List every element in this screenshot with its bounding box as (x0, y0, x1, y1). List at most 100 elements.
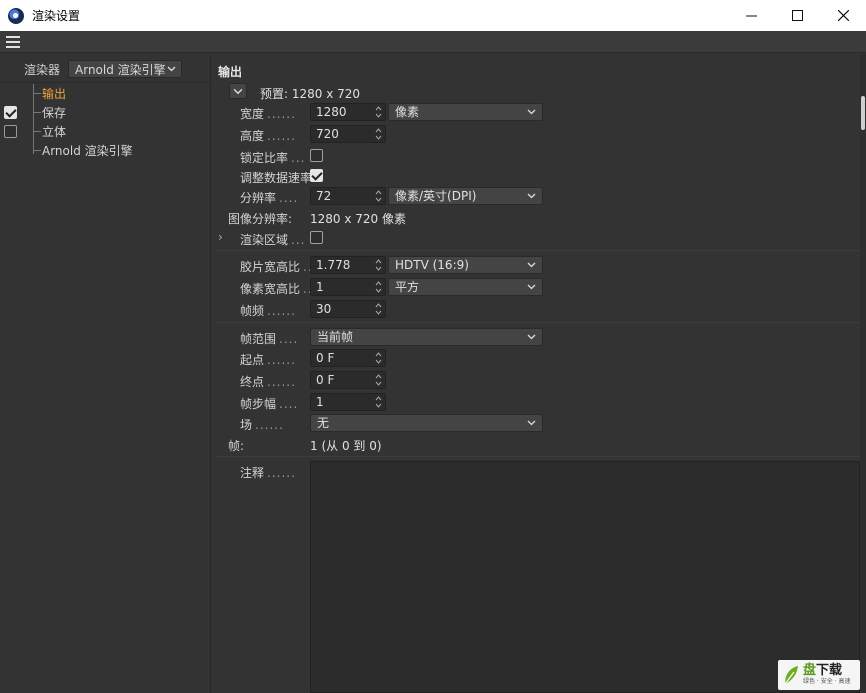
pixel-aspect-dropdown[interactable]: 平方 (388, 278, 543, 296)
tree-item-arnold[interactable]: Arnold 渲染引擎 (0, 141, 211, 160)
resolution-unit-dropdown[interactable]: 像素/英寸(DPI) (388, 187, 543, 205)
chevron-down-icon (167, 66, 176, 72)
resolution-label: 分辨率.... (240, 191, 299, 205)
field-dropdown[interactable]: 无 (310, 414, 543, 432)
start-label: 起点...... (240, 353, 296, 367)
width-label: 宽度...... (240, 107, 296, 121)
chevron-down-icon (527, 334, 536, 340)
minimize-button[interactable] (728, 0, 774, 31)
close-icon (837, 10, 849, 21)
close-button[interactable] (820, 0, 866, 31)
stereo-enable-checkbox[interactable] (4, 125, 17, 138)
pixel-aspect-field[interactable]: 1 (310, 278, 386, 296)
frame-step-label: 帧步幅.... (240, 397, 299, 411)
render-region-label: 渲染区域... (240, 233, 306, 247)
spinner-icon[interactable] (375, 258, 382, 272)
notes-textarea[interactable] (310, 461, 860, 693)
fps-row: 帧频...... 30 (212, 299, 860, 319)
frames-row: 帧: 1 (从 0 到 0) (212, 434, 860, 454)
divider (216, 456, 860, 457)
resolution-row: 分辨率.... 72 像素/英寸(DPI) (212, 186, 860, 206)
height-label: 高度...... (240, 129, 296, 143)
frames-value: 1 (从 0 到 0) (310, 439, 382, 453)
output-settings-panel: 输出 预置: 1280 x 720 宽度...... 1280 像素 高度...… (212, 54, 860, 693)
film-aspect-label: 胶片宽高比... (240, 260, 316, 274)
spinner-icon[interactable] (375, 280, 382, 294)
height-field[interactable]: 720 (310, 125, 386, 143)
vertical-scrollbar[interactable] (860, 54, 866, 693)
tree-item-stereo[interactable]: 立体 (0, 122, 211, 141)
watermark-text-b: 下载 (816, 663, 843, 678)
tree-item-save[interactable]: 保存 (0, 103, 211, 122)
spinner-icon[interactable] (375, 302, 382, 316)
renderer-label: 渲染器 (24, 62, 61, 77)
save-enable-checkbox[interactable] (4, 106, 17, 119)
hamburger-menu-icon[interactable] (6, 36, 20, 48)
window-title: 渲染设置 (32, 9, 81, 23)
film-aspect-field[interactable]: 1.778 (310, 256, 386, 274)
expand-arrow-icon[interactable]: › (218, 230, 223, 244)
resolution-field[interactable]: 72 (310, 187, 386, 205)
frame-step-row: 帧步幅.... 1 (212, 392, 860, 412)
chevron-down-icon (527, 262, 536, 268)
maximize-button[interactable] (774, 0, 820, 31)
spinner-icon[interactable] (375, 189, 382, 203)
divider (216, 250, 860, 251)
width-field[interactable]: 1280 (310, 103, 386, 121)
frame-range-label: 帧范围.... (240, 332, 299, 346)
preset-dropdown-button[interactable] (229, 83, 247, 99)
pixel-aspect-row: 像素宽高比... 1 平方 (212, 277, 860, 297)
leaf-icon (784, 666, 798, 685)
fps-field[interactable]: 30 (310, 300, 386, 318)
renderer-row: 渲染器 Arnold 渲染引擎 (0, 58, 211, 80)
renderer-value: Arnold 渲染引擎 (75, 62, 166, 77)
watermark-logo: 盘下载 绿色 · 安全 · 高速 (778, 660, 860, 690)
watermark-text-a: 盘 (803, 663, 817, 678)
watermark-subtext: 绿色 · 安全 · 高速 (803, 678, 851, 685)
frame-range-dropdown[interactable]: 当前帧 (310, 328, 543, 346)
adjust-rate-row: 调整数据速率 (212, 166, 860, 186)
minimize-icon (745, 15, 757, 17)
window-controls (728, 0, 866, 31)
size-unit-dropdown[interactable]: 像素 (388, 103, 543, 121)
image-resolution-label: 图像分辨率: (228, 212, 293, 226)
maximize-icon (791, 10, 803, 21)
preset-label: 预置: 1280 x 720 (260, 87, 361, 101)
tree-item-label: 输出 (42, 87, 67, 101)
divider (216, 322, 860, 323)
divider (0, 82, 211, 83)
image-resolution-row: 图像分辨率: 1280 x 720 像素 (212, 207, 860, 227)
adjust-rate-checkbox[interactable] (310, 169, 323, 182)
image-resolution-value: 1280 x 720 像素 (310, 212, 406, 226)
start-field[interactable]: 0 F (310, 349, 386, 367)
end-field[interactable]: 0 F (310, 371, 386, 389)
tree-item-output[interactable]: 输出 (0, 84, 211, 103)
lock-ratio-checkbox[interactable] (310, 149, 323, 162)
renderer-dropdown[interactable]: Arnold 渲染引擎 (68, 60, 183, 78)
settings-tree: 输出 保存 立体 Arnold 渲染引擎 (0, 84, 211, 160)
pixel-aspect-label: 像素宽高比... (240, 282, 316, 296)
spinner-icon[interactable] (375, 373, 382, 387)
start-row: 起点...... 0 F (212, 348, 860, 368)
frame-step-field[interactable]: 1 (310, 393, 386, 411)
scrollbar-thumb[interactable] (861, 96, 865, 130)
title-bar: 渲染设置 (0, 0, 866, 31)
film-aspect-dropdown[interactable]: HDTV (16:9) (388, 256, 543, 274)
render-region-checkbox[interactable] (310, 231, 323, 244)
chevron-down-icon (233, 88, 243, 95)
lock-ratio-row: 锁定比率... (212, 146, 860, 166)
spinner-icon[interactable] (375, 351, 382, 365)
tree-item-label: Arnold 渲染引擎 (42, 144, 133, 158)
preset-row: 预置: 1280 x 720 (212, 82, 860, 102)
menu-bar (0, 31, 866, 53)
field-label: 场...... (240, 418, 284, 432)
spinner-icon[interactable] (375, 105, 382, 119)
spinner-icon[interactable] (375, 127, 382, 141)
cinema4d-app-icon (8, 7, 24, 24)
spinner-icon[interactable] (375, 395, 382, 409)
fps-label: 帧频...... (240, 304, 296, 318)
settings-tree-panel: 渲染器 Arnold 渲染引擎 输出 保存 立体 Arnold 渲染引擎 (0, 54, 211, 693)
frame-range-row: 帧范围.... 当前帧 (212, 327, 860, 347)
end-row: 终点...... 0 F (212, 370, 860, 390)
end-label: 终点...... (240, 375, 296, 389)
